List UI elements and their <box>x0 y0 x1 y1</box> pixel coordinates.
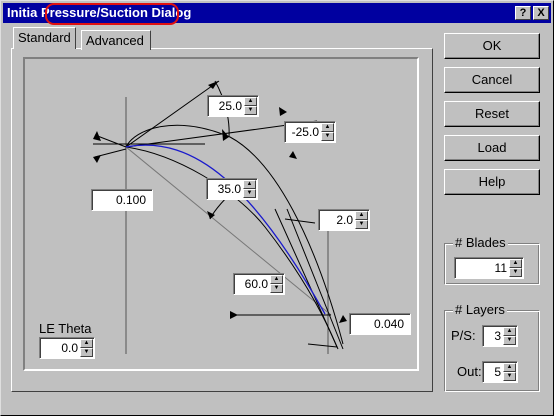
offset-angle-spinner[interactable]: 2.0 ▲ ▼ <box>318 209 370 231</box>
help-button[interactable]: Help <box>444 169 540 195</box>
te-thickness-field[interactable]: 0.040 <box>349 313 411 335</box>
spinner-down-arrow[interactable]: ▼ <box>244 106 257 115</box>
top-angle-arrow-b <box>222 129 229 141</box>
spinner-down-arrow[interactable]: ▼ <box>80 348 93 357</box>
le-theta-label: LE Theta <box>39 321 92 336</box>
help-title-button[interactable]: ? <box>515 6 531 20</box>
lower-angle-arrow <box>230 311 238 319</box>
ok-button[interactable]: OK <box>444 33 540 59</box>
right-angle-arrow-b <box>289 151 297 159</box>
out-spinner[interactable]: 5 ▲ ▼ <box>482 361 518 383</box>
blade-diagram: 25.0 ▲ ▼ -25.0 ▲ ▼ 35.0 ▲ ▼ 2.0 ▲ ▼ 60.0 ▲ ▼ … <box>23 57 419 371</box>
le-arrow-bottom <box>93 155 101 163</box>
spinner-up-arrow[interactable]: ▲ <box>243 180 256 189</box>
dialog-window: Initia Pressure/Suction Dialog ? X Stand… <box>0 0 554 416</box>
tab-advanced[interactable]: Advanced <box>81 30 151 50</box>
spinner-down-arrow[interactable]: ▼ <box>243 189 256 198</box>
right-angle-arrow-a <box>279 107 287 116</box>
spinner-up-arrow[interactable]: ▲ <box>503 363 516 372</box>
title-bar[interactable]: Initia Pressure/Suction Dialog ? X <box>3 3 551 25</box>
suction-side-curve <box>125 124 344 345</box>
spinner-down-arrow[interactable]: ▼ <box>355 220 368 229</box>
blades-label: # Blades <box>453 235 508 250</box>
spinner-down-arrow[interactable]: ▼ <box>321 132 334 141</box>
top-angle-spinner[interactable]: 25.0 ▲ ▼ <box>207 95 259 117</box>
right-angle-spinner[interactable]: -25.0 ▲ ▼ <box>284 121 336 143</box>
le-thickness-field[interactable]: 0.100 <box>91 189 153 211</box>
close-button[interactable]: X <box>533 6 549 20</box>
layers-group: # Layers P/S: 3 ▲ ▼ Out: 5 ▲ ▼ <box>444 302 540 392</box>
le-theta-spinner[interactable]: 0.0 ▲ ▼ <box>39 337 95 359</box>
tab-standard[interactable]: Standard <box>13 27 76 49</box>
spinner-up-arrow[interactable]: ▲ <box>355 211 368 220</box>
lower-angle-spinner[interactable]: 60.0 ▲ ▼ <box>233 273 285 295</box>
ps-label: P/S: <box>451 328 476 343</box>
reset-button[interactable]: Reset <box>444 101 540 127</box>
spinner-up-arrow[interactable]: ▲ <box>80 339 93 348</box>
spinner-up-arrow[interactable]: ▲ <box>270 275 283 284</box>
cancel-button[interactable]: Cancel <box>444 67 540 93</box>
te-arrow <box>339 315 347 323</box>
spinner-up-arrow[interactable]: ▲ <box>244 97 257 106</box>
chord-line <box>125 146 332 316</box>
spinner-up-arrow[interactable]: ▲ <box>321 123 334 132</box>
out-label: Out: <box>457 364 482 379</box>
layers-label: # Layers <box>453 302 507 317</box>
load-button[interactable]: Load <box>444 135 540 161</box>
upper-tangent-line <box>125 80 220 148</box>
spinner-down-arrow[interactable]: ▼ <box>509 268 522 277</box>
title-highlight-annotation <box>45 3 179 25</box>
mid-angle-spinner[interactable]: 35.0 ▲ ▼ <box>206 178 258 200</box>
spinner-down-arrow[interactable]: ▼ <box>503 372 516 381</box>
spinner-up-arrow[interactable]: ▲ <box>509 259 522 268</box>
spinner-down-arrow[interactable]: ▼ <box>270 284 283 293</box>
le-arrow-top <box>93 131 101 141</box>
blades-spinner[interactable]: 11 ▲ ▼ <box>454 257 524 279</box>
spinner-up-arrow[interactable]: ▲ <box>503 327 516 336</box>
spinner-down-arrow[interactable]: ▼ <box>503 336 516 345</box>
blades-group: # Blades 11 ▲ ▼ <box>444 235 540 285</box>
ps-spinner[interactable]: 3 ▲ ▼ <box>482 325 518 347</box>
